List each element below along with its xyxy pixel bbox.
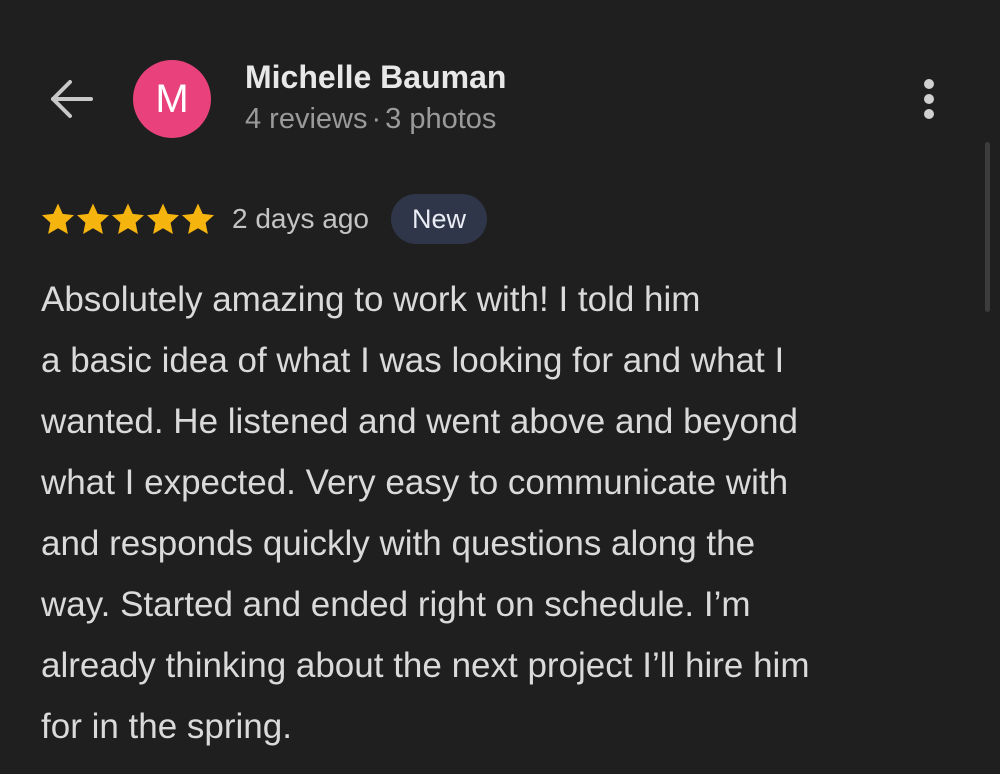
review-text: Absolutely amazing to work with! I told … xyxy=(41,269,961,757)
star-rating xyxy=(41,202,216,236)
star-icon xyxy=(147,203,179,234)
avatar-letter: M xyxy=(155,76,189,121)
review-text-line: for in the spring. xyxy=(41,707,292,746)
review-text-line: and responds quickly with questions alon… xyxy=(41,524,756,563)
star-icon xyxy=(42,203,74,234)
review-text-line: a basic idea of what I was looking for a… xyxy=(41,341,785,380)
arrow-left-icon xyxy=(51,80,93,118)
reviewer-name[interactable]: Michelle Bauman xyxy=(245,59,506,96)
star-icon xyxy=(77,203,109,234)
review-text-line: Absolutely amazing to work with! I told … xyxy=(41,280,701,319)
scrollbar[interactable] xyxy=(985,142,990,312)
star-icon xyxy=(112,203,144,234)
review-text-line: wanted. He listened and went above and b… xyxy=(41,402,798,441)
rating-row: 2 days ago New xyxy=(41,194,488,244)
more-vertical-icon xyxy=(924,79,934,119)
reviewer-meta: 4 reviews · 3 photos xyxy=(245,103,496,136)
star-icon xyxy=(182,203,214,234)
photo-count: 3 photos xyxy=(385,103,497,135)
avatar[interactable]: M xyxy=(133,60,211,138)
more-options-button[interactable] xyxy=(916,76,942,122)
review-screen: M Michelle Bauman 4 reviews · 3 photos 2 d… xyxy=(0,0,1000,774)
review-count: 4 reviews xyxy=(245,103,368,135)
new-badge: New xyxy=(391,194,488,244)
review-text-line: already thinking about the next project … xyxy=(41,646,810,685)
review-time: 2 days ago xyxy=(232,203,369,234)
back-button[interactable] xyxy=(48,78,94,120)
review-text-line: way. Started and ended right on schedule… xyxy=(41,585,751,624)
review-text-line: what I expected. Very easy to communicat… xyxy=(41,463,789,502)
meta-separator: · xyxy=(371,103,382,135)
